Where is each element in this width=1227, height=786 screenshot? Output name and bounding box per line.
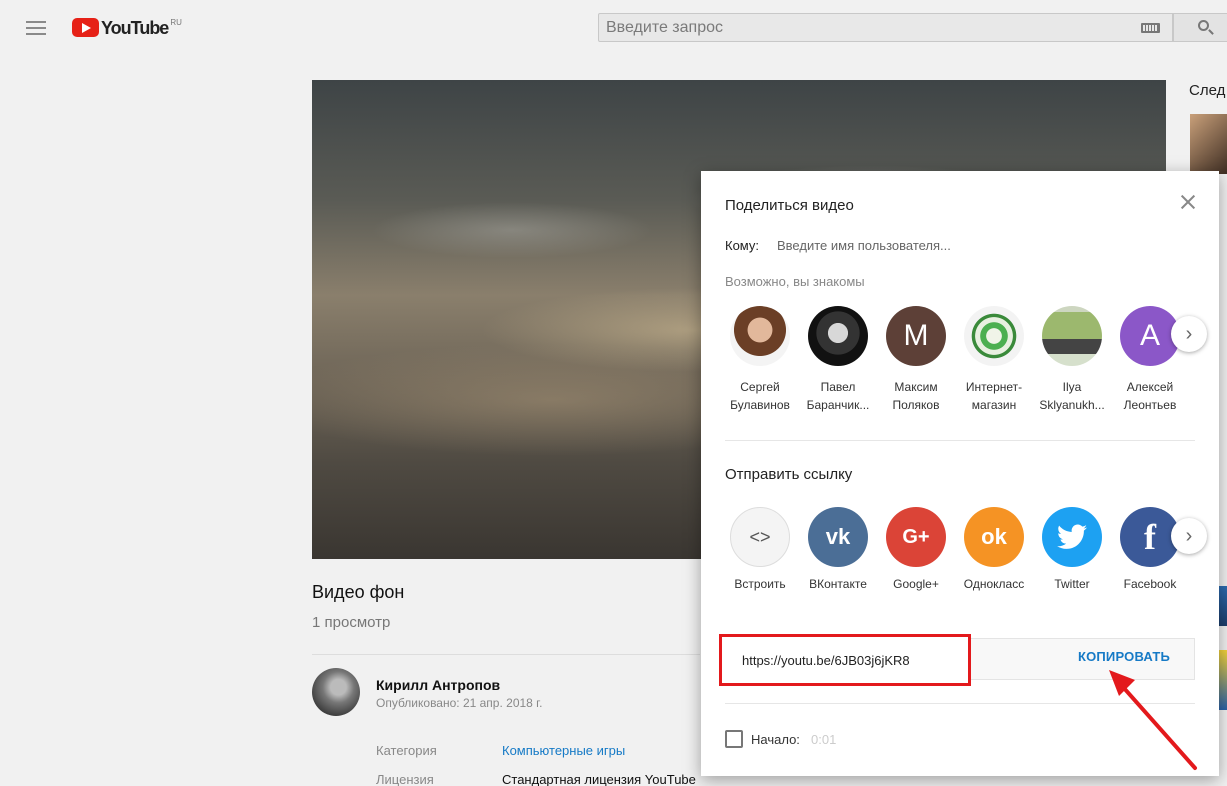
contact-name: Алексей Леонтьев [1123,380,1177,412]
search-box [598,13,1173,42]
license-label: Лицензия [376,772,434,786]
category-label: Категория [376,743,437,758]
license-value: Стандартная лицензия YouTube [502,772,696,786]
contact-item[interactable]: Сергей Булавинов [720,306,800,414]
contact-avatar: M [886,306,946,366]
divider [725,440,1195,441]
service-label: ВКонтакте [809,577,867,591]
to-label: Кому: [725,238,759,253]
up-next-label: След [1189,82,1226,99]
contact-name: Интернет-магазин [965,380,1023,412]
logo-region: RU [170,18,182,27]
channel-name[interactable]: Кирилл Антропов [376,677,500,693]
close-icon[interactable] [1179,193,1197,211]
contact-name: Павел Баранчик... [806,380,870,412]
share-twitter[interactable]: Twitter [1032,507,1112,591]
annotation-arrow-icon [1109,670,1197,770]
logo-text: YouTube [101,18,169,38]
contacts-next-button[interactable]: › [1171,316,1207,352]
hamburger-menu-icon[interactable] [26,21,46,35]
service-label: Twitter [1054,577,1090,591]
suggested-label: Возможно, вы знакомы [725,274,865,289]
vk-icon: vk [808,507,868,567]
contact-item[interactable]: Интернет-магазин [954,306,1034,414]
video-title: Видео фон [312,582,405,602]
odnoklassniki-icon: ok [964,507,1024,567]
category-link[interactable]: Компьютерные игры [502,743,625,758]
contact-avatar [730,306,790,366]
send-link-label: Отправить ссылку [725,466,853,483]
contact-item[interactable]: Ilya Sklyanukh... [1032,306,1112,414]
service-label: Facebook [1123,577,1177,591]
google-plus-icon: G+ [886,507,946,567]
dialog-title: Поделиться видео [725,197,854,214]
contact-item[interactable]: M Максим Поляков [876,306,956,414]
contact-name: Ilya Sklyanukh... [1039,380,1105,412]
related-video-thumbnail[interactable] [1190,114,1227,174]
channel-avatar[interactable] [312,668,360,716]
publish-date: Опубликовано: 21 апр. 2018 г. [376,696,543,710]
chevron-right-icon: › [1185,322,1193,345]
contact-avatar [964,306,1024,366]
recipient-input[interactable] [777,233,1077,257]
share-google-plus[interactable]: G+ Google+ [876,507,956,591]
start-at-label: Начало: [751,732,800,747]
contact-item[interactable]: Павел Баранчик... [798,306,878,414]
service-label: Однокласс [963,577,1025,591]
twitter-icon [1042,507,1102,567]
search-button[interactable] [1173,13,1227,42]
share-vkontakte[interactable]: vk ВКонтакте [798,507,878,591]
share-embed[interactable]: <> Встроить [720,507,800,591]
contact-avatar [808,306,868,366]
search-icon [1198,20,1209,31]
contact-name: Максим Поляков [892,380,940,412]
avatar-initial: M [903,319,929,352]
masthead: YouTube RU [0,0,1227,56]
contact-name: Сергей Булавинов [730,380,790,412]
start-at-checkbox[interactable] [725,730,743,748]
services-next-button[interactable]: › [1171,518,1207,554]
share-odnoklassniki[interactable]: ok Однокласс [954,507,1034,591]
service-label: Google+ [893,577,939,591]
keyboard-icon[interactable] [1141,23,1160,33]
avatar-initial: A [1139,319,1160,352]
share-url[interactable]: https://youtu.be/6JB03j6jKR8 [742,653,910,668]
service-label: Встроить [734,577,786,591]
start-time-value[interactable]: 0:01 [811,732,836,747]
embed-icon: <> [730,507,790,567]
contact-avatar [1042,306,1102,366]
divider [312,654,700,655]
youtube-logo[interactable]: YouTube RU [72,18,182,38]
youtube-play-icon [72,18,99,37]
view-count: 1 просмотр [312,614,391,631]
chevron-right-icon: › [1185,524,1193,547]
search-input[interactable] [599,14,1119,41]
